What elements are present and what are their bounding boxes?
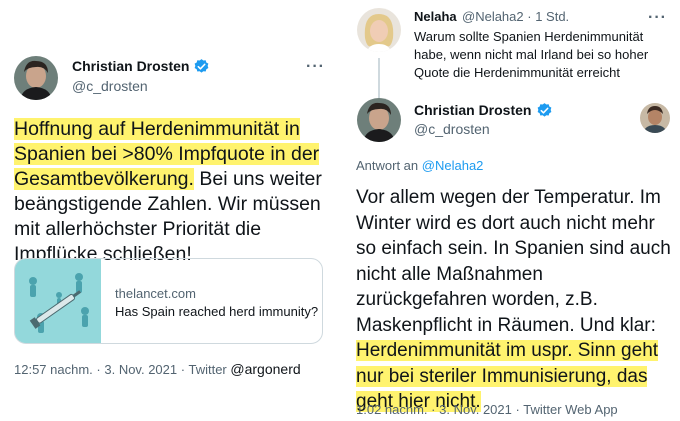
author-name[interactable]: Christian Drosten [72,58,189,74]
reply-to-line: Antwort an @Nelaha2 [356,158,483,173]
tweet-text: Hoffnung auf Herdenimmunität in Spanien … [14,117,326,267]
parent-author-handle-and-age: @Nelaha2 · 1 Std. [462,9,569,24]
link-card[interactable]: thelancet.com Has Spain reached herd imm… [14,258,323,344]
reply-to-mention[interactable]: @Nelaha2 [422,158,484,173]
verified-badge-icon [537,103,552,117]
avatar-viewer[interactable] [640,103,670,133]
tweet-app: Twitter [188,362,227,377]
link-card-domain: thelancet.com [115,286,196,301]
parent-tweet-text: Warum sollte Spanien Herdenimmunität hab… [414,29,649,80]
more-options-icon[interactable]: ··· [648,10,667,26]
avatar-viewer-image [640,103,670,133]
author-handle[interactable]: @c_drosten [72,78,148,94]
avatar-drosten[interactable] [14,56,58,100]
parent-tweet-age[interactable]: 1 Std. [535,9,569,24]
parent-author-handle[interactable]: @Nelaha2 [462,9,524,24]
reply-tweet-text: Vor allem wegen der Temperatur. Im Winte… [356,185,672,415]
reply-tweet-app: Twitter Web App [523,402,618,417]
watermark-tag: @argonerd [230,361,301,377]
tweet-time[interactable]: 12:57 nachm. [14,362,93,377]
parent-author-name[interactable]: Nelaha [414,9,457,24]
avatar-nelaha-image [357,8,401,52]
thread-connector-line [378,58,380,98]
avatar-drosten-reply-image [357,98,401,142]
verified-badge-icon [194,59,209,73]
reply-author-name[interactable]: Christian Drosten [414,102,531,118]
tweet-date[interactable]: 3. Nov. 2021 [104,362,177,377]
tweet-meta: 12:57 nachm. · 3. Nov. 2021 · Twitter @a… [14,361,301,377]
reply-to-prefix: Antwort an [356,158,419,173]
reply-text-plain: Vor allem wegen der Temperatur. Im Winte… [356,187,671,336]
avatar-drosten-reply[interactable] [357,98,401,142]
reply-tweet-time[interactable]: 1:02 nachm. [356,402,428,417]
link-card-image [15,259,101,343]
separator-dot: · [431,402,440,417]
avatar-nelaha[interactable] [357,8,401,52]
separator-dot: · [527,9,536,24]
link-card-title: Has Spain reached herd immunity? [115,304,319,319]
reply-tweet-meta: 1:02 nachm. · 3. Nov. 2021 · Twitter Web… [356,402,618,417]
reply-tweet-date[interactable]: 3. Nov. 2021 [439,402,512,417]
avatar-drosten-image [14,56,58,100]
reply-author-handle[interactable]: @c_drosten [414,121,490,137]
more-options-icon[interactable]: ··· [306,59,325,75]
